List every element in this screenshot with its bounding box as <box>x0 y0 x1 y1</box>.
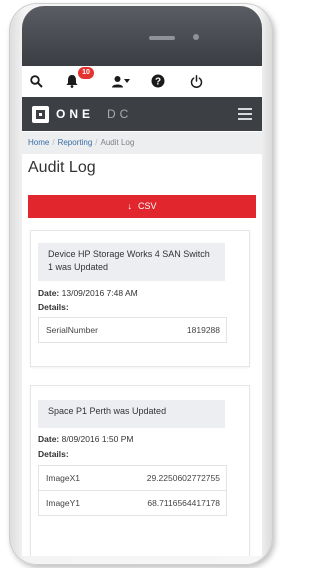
csv-export-button[interactable]: ↓ CSV <box>28 195 256 218</box>
onedc-logo-icon[interactable] <box>32 106 49 123</box>
breadcrumb-separator: / <box>95 138 98 147</box>
audit-entry-title: Device HP Storage Works 4 SAN Switch 1 w… <box>38 243 225 281</box>
details-label: Details: <box>38 302 69 312</box>
notification-badge: 10 <box>78 67 94 79</box>
detail-key: ImageY1 <box>46 498 81 508</box>
breadcrumb-current: Audit Log <box>100 138 135 147</box>
details-label: Details: <box>38 449 69 459</box>
power-icon[interactable] <box>188 73 204 89</box>
brand-name-bold: ONE <box>56 107 95 121</box>
breadcrumb: Home / Reporting / Audit Log <box>22 132 262 154</box>
details-table: SerialNumber 1819288 <box>38 317 227 343</box>
detail-key: ImageX1 <box>46 473 81 483</box>
phone-speaker <box>149 36 175 40</box>
detail-value: 29.2250602772755 <box>146 473 220 483</box>
date-label: Date: <box>38 434 60 444</box>
page-title: Audit Log <box>28 159 96 176</box>
hamburger-menu-icon[interactable] <box>238 108 252 120</box>
audit-entry-date: Date: 8/09/2016 1:50 PM <box>38 434 133 444</box>
phone-camera <box>193 34 199 40</box>
date-value: 8/09/2016 1:50 PM <box>61 434 134 444</box>
details-row: SerialNumber 1819288 <box>39 318 226 342</box>
phone-top-bezel <box>22 6 262 66</box>
svg-text:?: ? <box>155 77 161 88</box>
app-screen: 10 ? ONE DC Home / Reporting / Audit Log Aud… <box>22 66 262 556</box>
audit-entry-card: Space P1 Perth was Updated Date: 8/09/20… <box>30 385 250 556</box>
audit-entry-title: Space P1 Perth was Updated <box>38 400 225 428</box>
breadcrumb-home-link[interactable]: Home <box>28 138 49 147</box>
date-label: Date: <box>38 288 60 298</box>
brand-name-light: DC <box>107 107 133 121</box>
top-icon-bar: 10 ? <box>22 66 262 96</box>
detail-key: SerialNumber <box>46 325 98 335</box>
details-row: ImageY1 68.7116564417178 <box>39 491 226 515</box>
search-icon[interactable] <box>28 73 44 89</box>
details-table: ImageX1 29.2250602772755 ImageY1 68.7116… <box>38 465 227 516</box>
help-icon[interactable]: ? <box>150 73 166 89</box>
breadcrumb-reporting-link[interactable]: Reporting <box>58 138 93 147</box>
audit-entry-card: Device HP Storage Works 4 SAN Switch 1 w… <box>30 230 250 367</box>
date-value: 13/09/2016 7:48 AM <box>61 288 138 298</box>
download-arrow-icon: ↓ <box>127 201 132 211</box>
brand-bar: ONE DC <box>22 97 262 131</box>
user-dropdown-caret[interactable] <box>123 73 131 89</box>
breadcrumb-separator: / <box>52 138 55 147</box>
details-row: ImageX1 29.2250602772755 <box>39 466 226 491</box>
detail-value: 68.7116564417178 <box>147 498 220 508</box>
detail-value: 1819288 <box>186 325 220 335</box>
audit-entry-date: Date: 13/09/2016 7:48 AM <box>38 288 138 298</box>
csv-button-label: CSV <box>137 201 157 211</box>
